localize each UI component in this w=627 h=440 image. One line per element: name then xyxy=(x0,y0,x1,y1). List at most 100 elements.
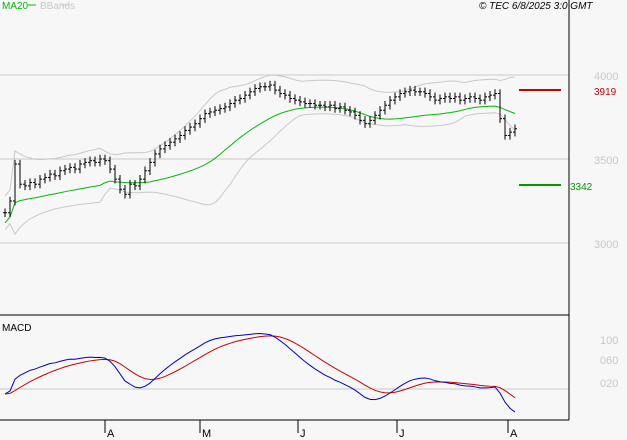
ohlc-bar xyxy=(308,99,312,108)
ohlc-bar xyxy=(83,158,87,169)
ohlc-bar xyxy=(328,101,332,112)
ohlc-bar xyxy=(148,158,152,175)
ohlc-bar xyxy=(78,159,82,174)
legend-ma20: MA20 xyxy=(2,1,29,12)
ohlc-bar xyxy=(3,208,7,217)
ohlc-bar xyxy=(58,166,62,180)
ohlc-bar xyxy=(233,96,237,108)
ohlc-bar xyxy=(193,119,197,132)
ohlc-bar xyxy=(143,166,147,184)
ohlc-bar xyxy=(508,127,512,140)
ohlc-bar xyxy=(198,114,202,128)
ohlc-bar xyxy=(368,116,372,128)
ohlc-bar xyxy=(348,106,352,117)
ohlc-bar xyxy=(383,101,387,115)
ohlc-bar xyxy=(208,107,212,118)
ohlc-bar xyxy=(473,92,477,103)
ohlc-bar xyxy=(263,82,267,91)
macd-title: MACD xyxy=(2,323,31,334)
chart-svg: MA20 BBands © TEC 6/8/2025 3:0 GMT MACD … xyxy=(0,0,618,440)
ohlc-bar xyxy=(23,180,27,191)
ohlc-bar xyxy=(443,92,447,103)
ohlc-bar xyxy=(438,94,442,105)
ohlc-bar xyxy=(238,94,242,105)
ohlc-bar xyxy=(73,163,77,174)
ohlc-bar xyxy=(18,159,22,189)
legend-bbands: BBands xyxy=(40,1,75,12)
x-tick-label: J xyxy=(399,428,405,440)
high-marker-label: 3919 xyxy=(594,87,617,98)
x-tick-label: A xyxy=(107,428,115,440)
ohlc-bar xyxy=(218,104,222,115)
ohlc-bar xyxy=(13,159,17,206)
ohlc-bar xyxy=(203,109,207,123)
ohlc-bar xyxy=(513,124,517,137)
ohlc-bar xyxy=(28,178,32,191)
ohlc-bar xyxy=(293,94,297,105)
ohlc-bar xyxy=(248,87,252,100)
ohlc-bar xyxy=(493,89,497,100)
ohlc-bar xyxy=(298,96,302,107)
ohlc-bar xyxy=(273,80,277,95)
ohlc-bar xyxy=(428,89,432,102)
ohlc-bar xyxy=(103,154,107,165)
low-marker-label: 3342 xyxy=(570,182,593,193)
ohlc-bar xyxy=(498,89,502,123)
ohlc-bar xyxy=(53,169,57,180)
ohlc-bar xyxy=(453,92,457,103)
ohlc-bar xyxy=(288,90,292,103)
bband-upper xyxy=(4,74,516,197)
x-tick-label: M xyxy=(202,428,211,440)
ohlc-bar xyxy=(433,92,437,105)
ohlc-bar xyxy=(48,169,52,182)
ohlc-bar xyxy=(403,87,407,98)
ohlc-bar xyxy=(33,178,37,189)
ohlc-bar xyxy=(153,149,157,167)
ohlc-bar xyxy=(88,156,92,167)
ohlc-bar xyxy=(113,164,117,184)
ohlc-bar xyxy=(503,114,507,140)
ohlc-bar xyxy=(283,89,287,100)
ohlc-bar xyxy=(253,84,257,96)
price-tick-label: 4000 xyxy=(594,71,618,83)
ohlc-bar xyxy=(133,180,137,191)
ohlc-bar xyxy=(478,94,482,105)
x-tick-label: J xyxy=(300,428,306,440)
ohlc-bar xyxy=(483,92,487,105)
copyright: © TEC 6/8/2025 3:0 GMT xyxy=(479,1,593,12)
ohlc-bar xyxy=(458,92,462,105)
ohlc-bar xyxy=(38,174,42,189)
ohlc-bar xyxy=(228,99,232,112)
price-tick-label: 3500 xyxy=(594,155,618,167)
ohlc-bar xyxy=(258,82,262,93)
ohlc-bar xyxy=(333,101,337,113)
ohlc-bar xyxy=(393,92,397,105)
macd-tick-label: 060 xyxy=(600,355,618,367)
stock-chart: MA20 BBands © TEC 6/8/2025 3:0 GMT MACD … xyxy=(0,0,627,440)
macd-tick-label: 020 xyxy=(600,378,618,390)
ohlc-bar xyxy=(43,173,47,184)
ohlc-bar xyxy=(98,154,102,167)
price-tick-label: 3000 xyxy=(594,239,618,251)
ohlc-bar xyxy=(323,101,327,112)
ohlc-bar xyxy=(488,90,492,102)
ohlc-bar xyxy=(223,102,227,113)
ohlc-bar xyxy=(93,156,97,167)
ohlc-bar xyxy=(268,80,272,91)
ohlc-bar xyxy=(188,122,192,135)
macd-line xyxy=(4,332,516,413)
ohlc-bar xyxy=(183,126,187,140)
ohlc-bar xyxy=(63,164,67,175)
ohlc-bar xyxy=(303,97,307,108)
ohlc-bar xyxy=(408,85,412,96)
ohlc-bar xyxy=(68,163,72,174)
ohlc-bar xyxy=(243,90,247,103)
ohlc-bar xyxy=(278,85,282,98)
ohlc-bar xyxy=(423,87,427,98)
ohlc-bar xyxy=(318,101,322,110)
ohlc-bar xyxy=(388,96,392,110)
ohlc-bar xyxy=(213,106,217,117)
ohlc-bar xyxy=(463,94,467,105)
ohlc-bar xyxy=(418,87,422,96)
ohlc-bar xyxy=(378,106,382,120)
